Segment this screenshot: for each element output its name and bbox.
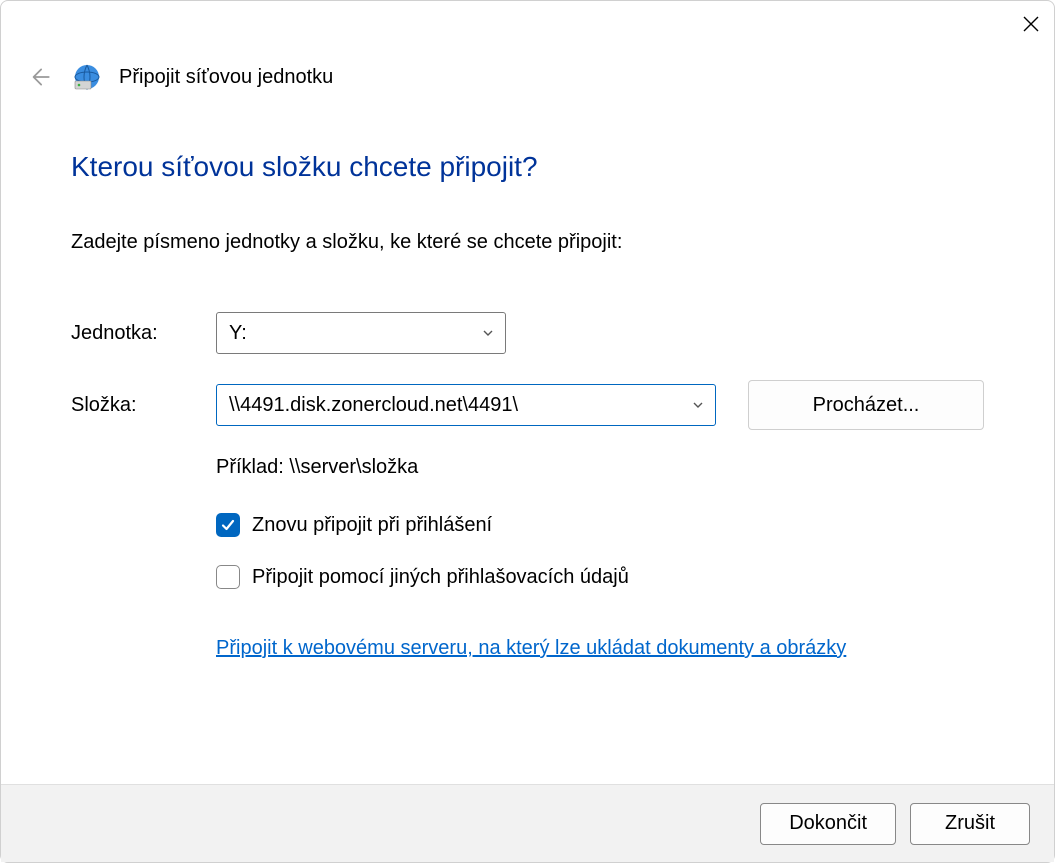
check-icon <box>220 517 236 533</box>
folder-combobox[interactable] <box>216 384 716 426</box>
drive-select[interactable]: Y: <box>216 312 506 354</box>
reconnect-checkbox-row: Znovu připojit při přihlášení <box>216 513 984 537</box>
chevron-down-icon <box>691 398 705 412</box>
folder-example: Příklad: \\server\složka <box>216 456 984 479</box>
close-icon <box>1023 16 1039 32</box>
arrow-left-icon <box>26 64 52 90</box>
options-column: Příklad: \\server\složka Znovu připojit … <box>216 456 984 660</box>
drive-selected-value: Y: <box>229 322 247 345</box>
folder-row: Složka: Procházet... <box>71 380 984 430</box>
cancel-button[interactable]: Zrušit <box>910 803 1030 845</box>
titlebar <box>1008 1 1054 47</box>
page-subtext: Zadejte písmeno jednotky a složku, ke kt… <box>71 231 984 254</box>
finish-button[interactable]: Dokončit <box>760 803 896 845</box>
reconnect-label: Znovu připojit při přihlášení <box>252 514 492 537</box>
chevron-down-icon <box>481 326 495 340</box>
folder-label: Složka: <box>71 394 196 417</box>
connect-webserver-link[interactable]: Připojit k webovému serveru, na který lz… <box>216 637 846 660</box>
credentials-label: Připojit pomocí jiných přihlašovacích úd… <box>252 566 629 589</box>
credentials-checkbox-row: Připojit pomocí jiných přihlašovacích úd… <box>216 565 984 589</box>
drive-label: Jednotka: <box>71 322 196 345</box>
folder-input[interactable] <box>229 394 679 417</box>
wizard-footer: Dokončit Zrušit <box>1 784 1054 862</box>
page-heading: Kterou síťovou složku chcete připojit? <box>71 151 984 183</box>
close-button[interactable] <box>1008 1 1054 47</box>
credentials-checkbox[interactable] <box>216 565 240 589</box>
window-title: Připojit síťovou jednotku <box>119 66 333 89</box>
browse-button[interactable]: Procházet... <box>748 380 984 430</box>
wizard-content: Kterou síťovou složku chcete připojit? Z… <box>71 151 984 660</box>
reconnect-checkbox[interactable] <box>216 513 240 537</box>
network-drive-icon <box>73 63 101 91</box>
back-button[interactable] <box>23 61 55 93</box>
wizard-header: Připojit síťovou jednotku <box>23 61 1032 93</box>
drive-row: Jednotka: Y: <box>71 312 984 354</box>
